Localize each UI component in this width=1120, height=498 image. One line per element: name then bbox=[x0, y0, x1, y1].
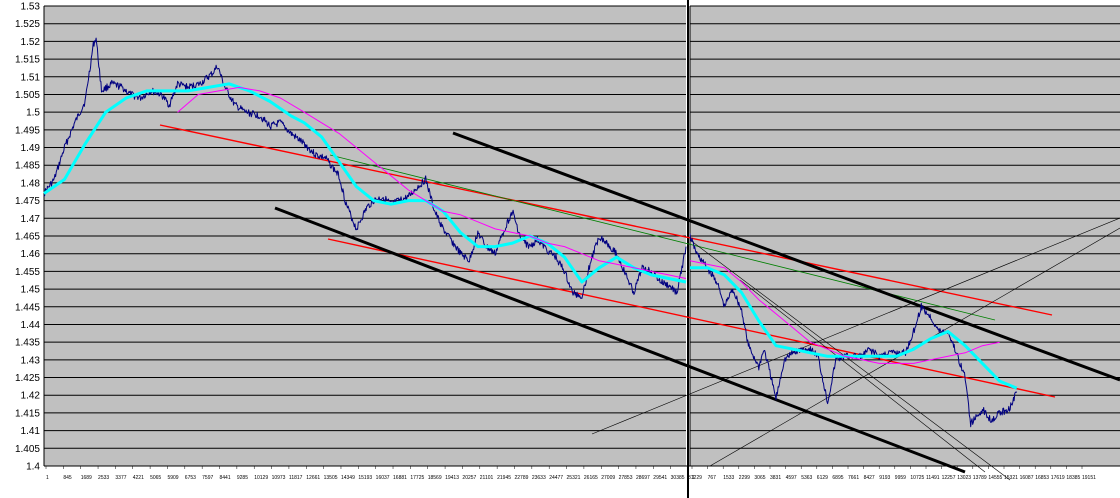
x-tick-label: 19151 bbox=[1082, 475, 1096, 481]
y-tick-label: 1.525 bbox=[15, 19, 40, 30]
x-tick-label: 30385 bbox=[671, 475, 685, 481]
x-tick-label: 3065 bbox=[754, 475, 765, 481]
x-tick-label: 9193 bbox=[879, 475, 890, 481]
x-tick-label: 31229 bbox=[688, 475, 702, 481]
x-tick-label: 1533 bbox=[723, 475, 734, 481]
x-tick-label: 24477 bbox=[549, 475, 563, 481]
x-tick-label: 21945 bbox=[497, 475, 511, 481]
x-tick-label: 5065 bbox=[150, 475, 161, 481]
x-tick-label: 19413 bbox=[445, 475, 459, 481]
y-tick-label: 1.435 bbox=[15, 338, 40, 349]
x-tick-label: 10129 bbox=[254, 475, 268, 481]
x-tick-label: 8427 bbox=[864, 475, 875, 481]
x-tick-label: 10973 bbox=[272, 475, 286, 481]
y-tick-label: 1.44 bbox=[21, 320, 41, 331]
y-tick-label: 1.48 bbox=[21, 178, 41, 189]
x-tick-label: 26165 bbox=[584, 475, 598, 481]
x-tick-label: 12257 bbox=[942, 475, 956, 481]
x-tick-label: 13505 bbox=[324, 475, 338, 481]
x-tick-label: 7661 bbox=[848, 475, 859, 481]
x-tick-label: 29541 bbox=[653, 475, 667, 481]
x-tick-label: 8441 bbox=[220, 475, 231, 481]
x-tick-label: 27853 bbox=[619, 475, 633, 481]
y-tick-label: 1.42 bbox=[21, 391, 41, 402]
y-tick-label: 1.465 bbox=[15, 232, 40, 243]
x-tick-label: 13789 bbox=[973, 475, 987, 481]
x-tick-label: 10725 bbox=[910, 475, 924, 481]
x-tick-label: 25321 bbox=[567, 475, 581, 481]
x-tick-label: 1 bbox=[692, 475, 695, 481]
x-tick-label: 22789 bbox=[514, 475, 528, 481]
x-tick-label: 1689 bbox=[81, 475, 92, 481]
y-tick-label: 1.46 bbox=[21, 249, 41, 260]
x-tick-label: 23633 bbox=[532, 475, 546, 481]
x-tick-label: 767 bbox=[708, 475, 717, 481]
y-tick-label: 1.485 bbox=[15, 161, 40, 172]
x-tick-label: 6895 bbox=[832, 475, 843, 481]
x-tick-label: 18569 bbox=[428, 475, 442, 481]
x-tick-label: 17619 bbox=[1051, 475, 1065, 481]
x-tick-label: 15321 bbox=[1004, 475, 1018, 481]
x-tick-label: 4597 bbox=[786, 475, 797, 481]
x-tick-label: 3377 bbox=[115, 475, 126, 481]
y-tick-label: 1.52 bbox=[21, 37, 41, 48]
x-tick-label: 5363 bbox=[801, 475, 812, 481]
x-tick-label: 845 bbox=[63, 475, 72, 481]
y-tick-label: 1.49 bbox=[21, 143, 41, 154]
x-tick-label: 11491 bbox=[926, 475, 940, 481]
x-tick-label: 7597 bbox=[202, 475, 213, 481]
x-tick-label: 21101 bbox=[480, 475, 494, 481]
y-tick-label: 1.41 bbox=[21, 426, 41, 437]
x-tick-label: 18385 bbox=[1066, 475, 1080, 481]
y-tick-label: 1.495 bbox=[15, 125, 40, 136]
x-tick-label: 11817 bbox=[289, 475, 303, 481]
x-tick-label: 9285 bbox=[237, 475, 248, 481]
y-tick-label: 1.475 bbox=[15, 196, 40, 207]
x-tick-label: 16037 bbox=[376, 475, 390, 481]
x-tick-label: 6129 bbox=[817, 475, 828, 481]
y-tick-label: 1.47 bbox=[21, 214, 41, 225]
y-tick-label: 1.445 bbox=[15, 302, 40, 313]
x-tick-label: 3831 bbox=[770, 475, 781, 481]
y-tick-label: 1.425 bbox=[15, 373, 40, 384]
y-tick-label: 1.5 bbox=[26, 108, 40, 119]
chart-canvas: 1.531.5251.521.5151.511.5051.51.4951.491… bbox=[15, 0, 1120, 498]
y-tick-label: 1.51 bbox=[21, 72, 41, 83]
x-tick-label: 5909 bbox=[167, 475, 178, 481]
x-tick-label: 17725 bbox=[410, 475, 424, 481]
y-tick-label: 1.45 bbox=[21, 285, 41, 296]
x-tick-label: 2299 bbox=[739, 475, 750, 481]
x-tick-label: 4221 bbox=[133, 475, 144, 481]
x-tick-label: 1 bbox=[46, 475, 49, 481]
x-tick-label: 9959 bbox=[895, 475, 906, 481]
y-tick-label: 1.43 bbox=[21, 355, 41, 366]
y-tick-label: 1.53 bbox=[21, 2, 41, 13]
y-tick-label: 1.4 bbox=[26, 462, 40, 473]
x-tick-label: 13023 bbox=[957, 475, 971, 481]
y-tick-label: 1.505 bbox=[15, 90, 40, 101]
x-tick-label: 6753 bbox=[185, 475, 196, 481]
y-tick-label: 1.415 bbox=[15, 408, 40, 419]
x-tick-label: 14349 bbox=[341, 475, 355, 481]
x-tick-label: 28697 bbox=[636, 475, 650, 481]
x-tick-label: 12661 bbox=[306, 475, 320, 481]
x-tick-label: 2533 bbox=[98, 475, 109, 481]
x-tick-label: 27009 bbox=[601, 475, 615, 481]
x-tick-label: 14555 bbox=[988, 475, 1002, 481]
x-tick-label: 16881 bbox=[393, 475, 407, 481]
forex-chart: 1.53 1.525 1.52 1.515 1.51 1.505 1.5 1.495 1.49 1… bbox=[0, 0, 1120, 498]
y-tick-label: 1.455 bbox=[15, 267, 40, 278]
y-tick-label: 1.405 bbox=[15, 444, 40, 455]
x-tick-label: 20257 bbox=[462, 475, 476, 481]
y-tick-label: 1.515 bbox=[15, 55, 40, 66]
x-tick-label: 16087 bbox=[1020, 475, 1034, 481]
x-tick-label: 16853 bbox=[1035, 475, 1049, 481]
x-tick-label: 15193 bbox=[358, 475, 372, 481]
